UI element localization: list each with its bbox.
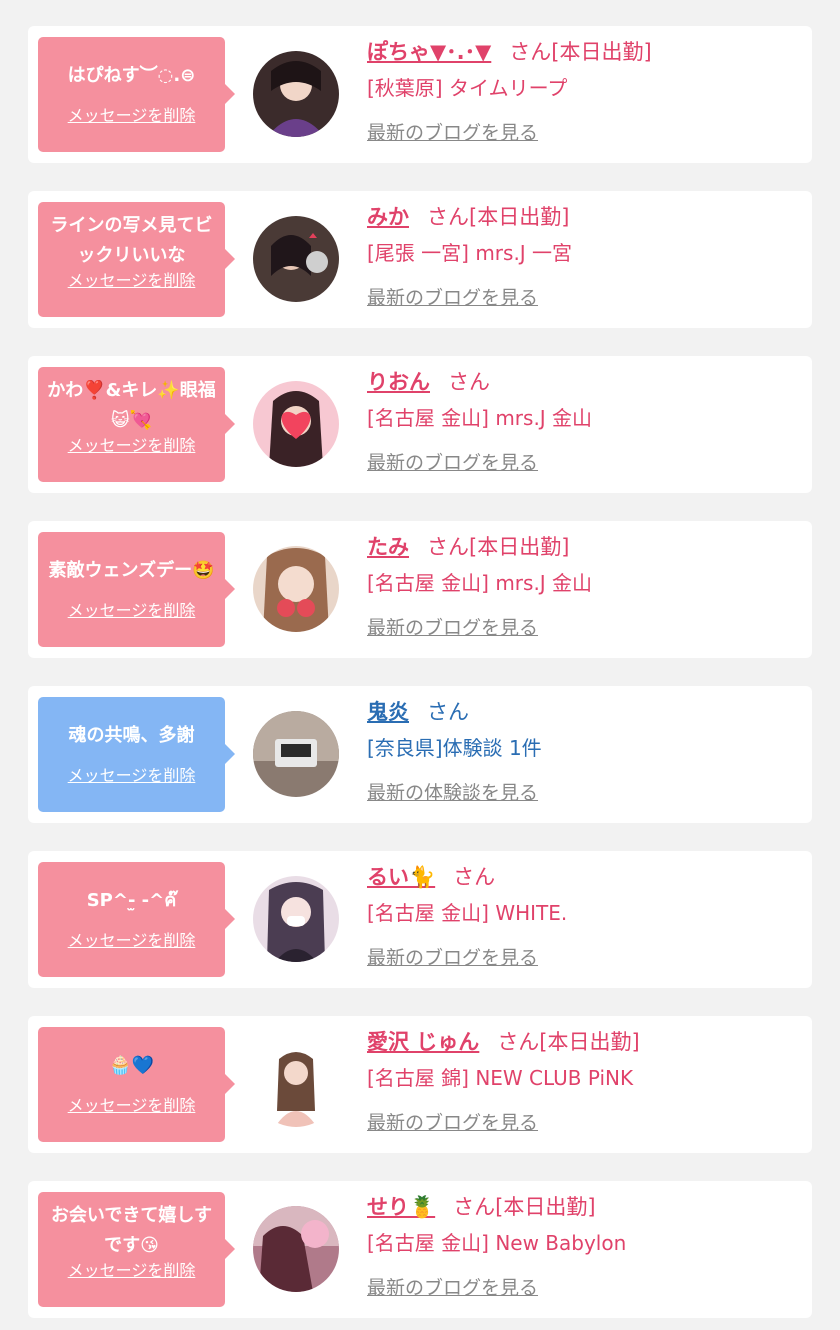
message-card: 素敵ウェンズデー🤩 メッセージを削除 たみ さん[本日出勤] [名古屋 金山] m… — [28, 521, 812, 658]
delete-message-link[interactable]: メッセージを削除 — [38, 762, 225, 786]
message-bubble: ラインの写メ見てビックリいいな メッセージを削除 — [38, 202, 235, 317]
blog-link[interactable]: 最新のブログを見る — [367, 283, 538, 310]
name-suffix: さん — [427, 700, 469, 724]
shop-label: [秋葉原] タイムリープ — [367, 76, 568, 100]
shop-label: [名古屋 錦] NEW CLUB PiNK — [367, 1066, 634, 1090]
delete-message-link[interactable]: メッセージを削除 — [38, 927, 225, 951]
cast-name-link[interactable]: 鬼炎 — [367, 700, 409, 724]
cast-name-link[interactable]: 愛沢 じゅん — [367, 1030, 479, 1054]
name-suffix: さん[本日出勤] — [427, 535, 570, 559]
message-card: かわ❣️&キレ✨眼福😺💘 メッセージを削除 りおん さん [名古屋 金山] mrs… — [28, 356, 812, 493]
avatar[interactable] — [253, 546, 339, 632]
cast-name-link[interactable]: たみ — [367, 535, 409, 559]
delete-message-link[interactable]: メッセージを削除 — [38, 432, 225, 456]
avatar[interactable] — [253, 1041, 339, 1127]
avatar[interactable] — [253, 876, 339, 962]
cast-name-link[interactable]: みか — [367, 205, 409, 229]
name-suffix: さん — [453, 865, 496, 889]
avatar[interactable] — [253, 381, 339, 467]
blog-link[interactable]: 最新のブログを見る — [367, 943, 538, 970]
blog-link[interactable]: 最新のブログを見る — [367, 118, 538, 145]
message-card: お会いできて嬉しすです😘 メッセージを削除 せり🍍 さん[本日出勤] [名古屋 金… — [28, 1181, 812, 1318]
name-suffix: さん[本日出勤] — [427, 205, 570, 229]
delete-message-link[interactable]: メッセージを削除 — [38, 267, 225, 291]
delete-message-link[interactable]: メッセージを削除 — [38, 102, 225, 126]
cast-name-link[interactable]: るい🐈 — [367, 865, 435, 889]
message-bubble: お会いできて嬉しすです😘 メッセージを削除 — [38, 1192, 235, 1307]
shop-label: [名古屋 金山] New Babylon — [367, 1231, 627, 1255]
name-suffix: さん[本日出勤] — [497, 1030, 640, 1054]
cast-name-link[interactable]: ぽちゃ▼･.･▼ — [367, 40, 491, 64]
delete-message-link[interactable]: メッセージを削除 — [38, 1257, 225, 1281]
blog-link[interactable]: 最新のブログを見る — [367, 613, 538, 640]
review-link[interactable]: 最新の体験談を見る — [367, 778, 538, 805]
blog-link[interactable]: 最新のブログを見る — [367, 1273, 538, 1300]
name-suffix: さん[本日出勤] — [453, 1195, 596, 1219]
message-bubble: SP^-̫ -^ค๊ メッセージを削除 — [38, 862, 235, 977]
avatar[interactable] — [253, 1206, 339, 1292]
shop-label: [名古屋 金山] mrs.J 金山 — [367, 571, 593, 595]
message-bubble: かわ❣️&キレ✨眼福😺💘 メッセージを削除 — [38, 367, 235, 482]
shop-label: [名古屋 金山] mrs.J 金山 — [367, 406, 593, 430]
avatar[interactable] — [253, 216, 339, 302]
message-card: はぴねす︶◌.⊜ メッセージを削除 ぽちゃ▼･.･▼ さん[本日出勤] [秋葉原]… — [28, 26, 812, 163]
message-bubble: 🧁💙 メッセージを削除 — [38, 1027, 235, 1142]
message-card: 🧁💙 メッセージを削除 愛沢 じゅん さん[本日出勤] [名古屋 錦] NEW C… — [28, 1016, 812, 1153]
blog-link[interactable]: 最新のブログを見る — [367, 448, 538, 475]
message-bubble: 魂の共鳴、多謝 メッセージを削除 — [38, 697, 235, 812]
message-card: 魂の共鳴、多謝 メッセージを削除 鬼炎 さん [奈良県]体験談 1件 最新の体験談… — [28, 686, 812, 823]
avatar[interactable] — [253, 711, 339, 797]
delete-message-link[interactable]: メッセージを削除 — [38, 597, 225, 621]
message-list: はぴねす︶◌.⊜ メッセージを削除 ぽちゃ▼･.･▼ さん[本日出勤] [秋葉原]… — [0, 0, 840, 1318]
shop-label: [尾張 一宮] mrs.J 一宮 — [367, 241, 573, 265]
blog-link[interactable]: 最新のブログを見る — [367, 1108, 538, 1135]
avatar[interactable] — [253, 51, 339, 137]
cast-name-link[interactable]: りおん — [367, 370, 430, 394]
message-card: ラインの写メ見てビックリいいな メッセージを削除 みか さん[本日出勤] [尾張 … — [28, 191, 812, 328]
message-card: SP^-̫ -^ค๊ メッセージを削除 るい🐈 さん [名古屋 金山] WHITE… — [28, 851, 812, 988]
shop-label: [奈良県]体験談 1件 — [367, 736, 542, 760]
name-suffix: さん — [448, 370, 490, 394]
message-bubble: はぴねす︶◌.⊜ メッセージを削除 — [38, 37, 235, 152]
name-suffix: さん[本日出勤] — [509, 40, 652, 64]
message-bubble: 素敵ウェンズデー🤩 メッセージを削除 — [38, 532, 235, 647]
cast-name-link[interactable]: せり🍍 — [367, 1195, 435, 1219]
delete-message-link[interactable]: メッセージを削除 — [38, 1092, 225, 1116]
shop-label: [名古屋 金山] WHITE. — [367, 901, 568, 925]
